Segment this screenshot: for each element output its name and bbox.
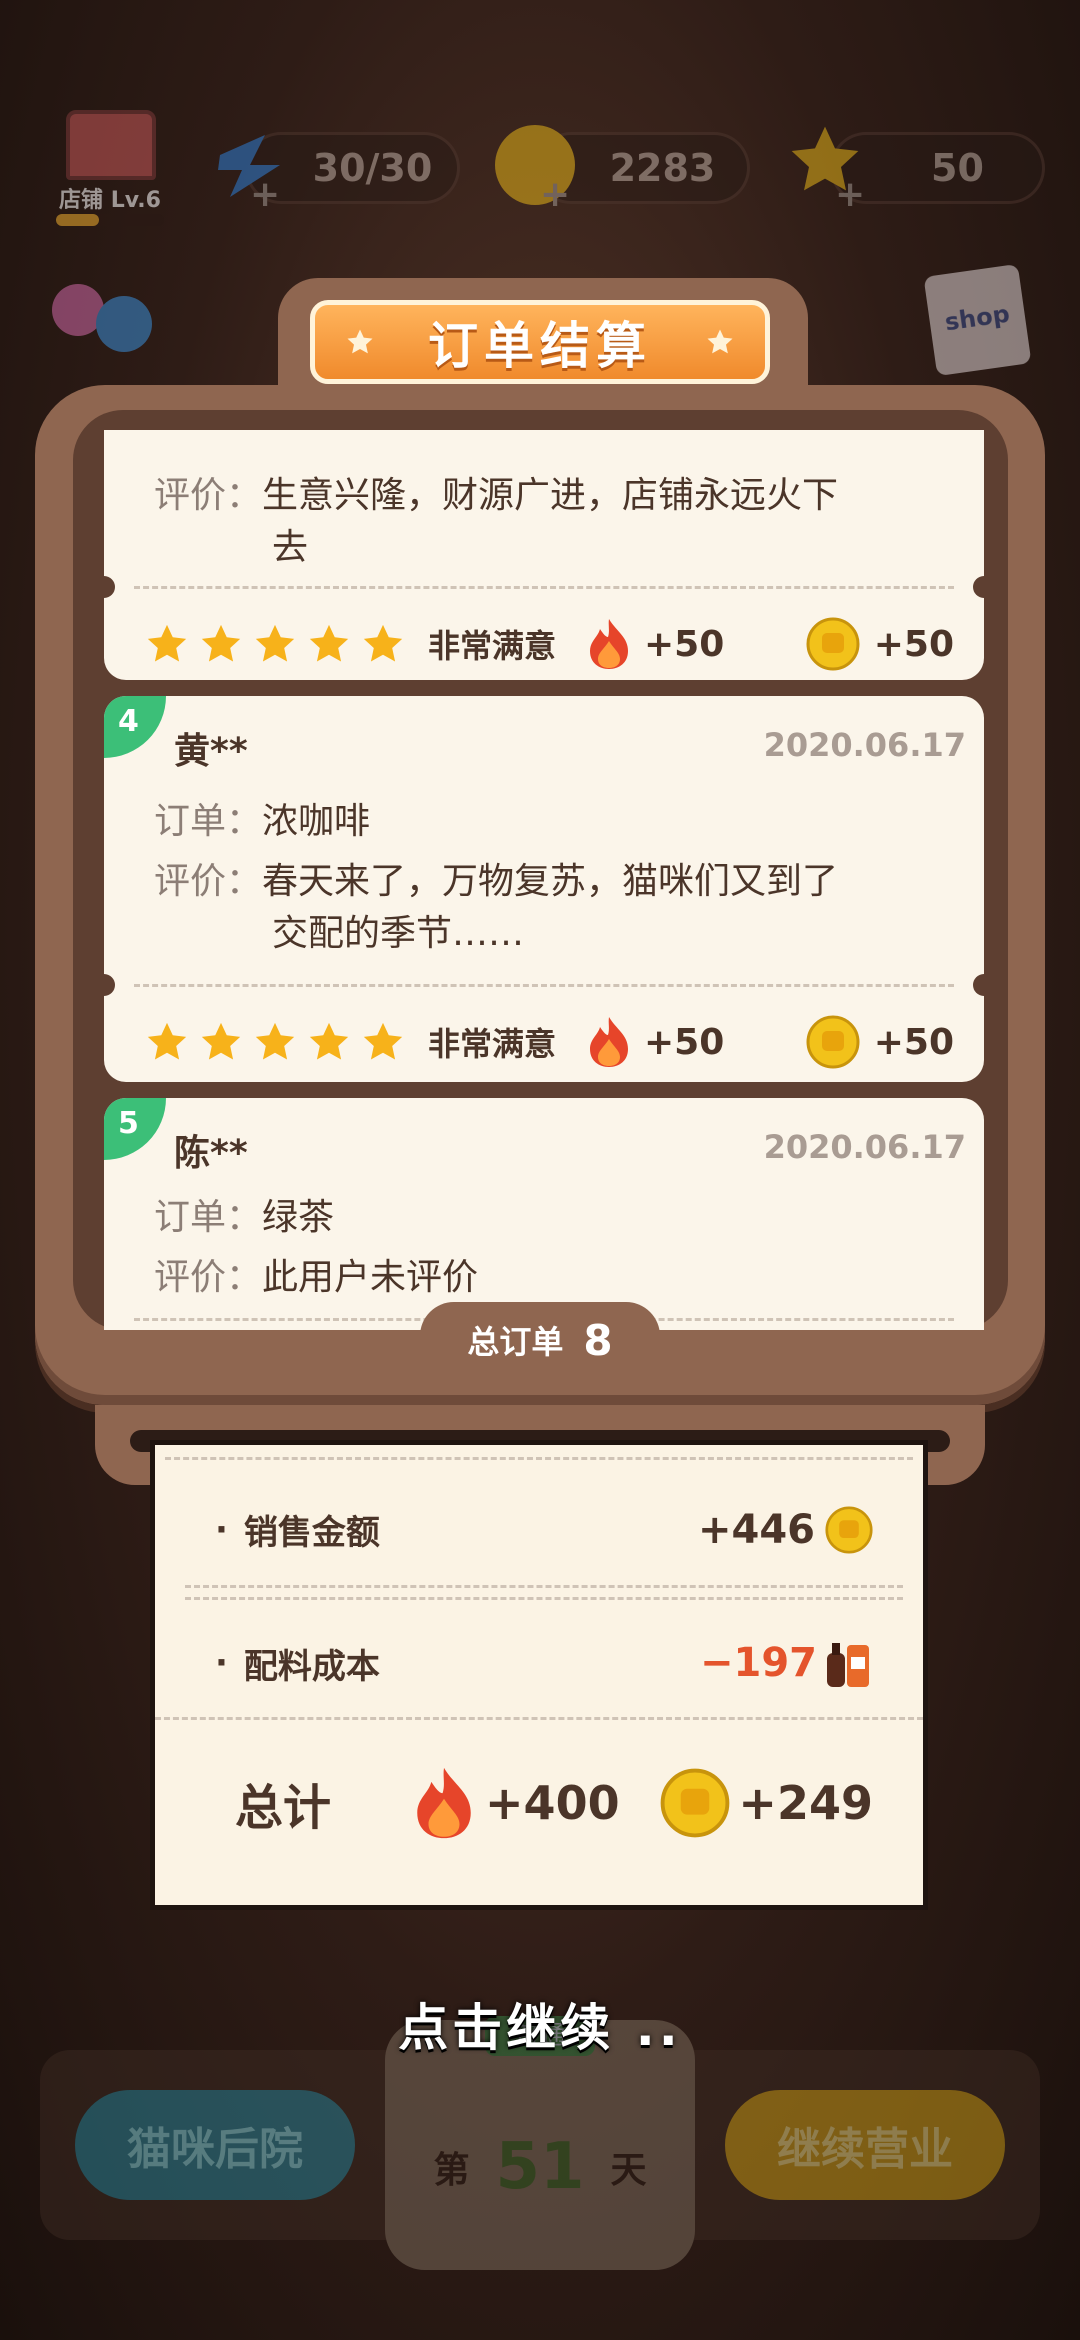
rating-star-icon (255, 1022, 295, 1060)
divider (185, 1585, 903, 1588)
total-orders-label: 总订单 (467, 1323, 564, 1361)
friends-icon[interactable] (52, 280, 162, 370)
shop-bag-label: shop (943, 299, 1012, 337)
cost-value: −197 (699, 1640, 817, 1686)
total-orders-count: 8 (583, 1315, 613, 1365)
fire-reward: +50 (644, 1021, 725, 1063)
star-decor-icon (347, 329, 373, 354)
divider (134, 586, 954, 589)
divider (155, 1717, 923, 1720)
rating-star-icon (201, 1022, 241, 1060)
satisfaction-label: 非常满意 (428, 627, 557, 665)
rating-row: 非常满意 +50 +50 (144, 1012, 954, 1072)
energy-plus-icon[interactable]: + (250, 177, 280, 213)
divider (134, 984, 954, 987)
rating-star-icon (255, 624, 295, 662)
cost-row: · 配料成本 −197 (215, 1635, 873, 1691)
rating-star-icon (147, 624, 187, 662)
coin-reward: +50 (873, 623, 954, 665)
settlement-receipt[interactable]: · 销售金额 +446 · 配料成本 −197 总计 +400 +249 (150, 1440, 928, 1910)
customer-name: 黄** (174, 731, 248, 772)
order-card: 4 黄** 2020.06.17 订单：浓咖啡 评价：春天来了，万物复苏，猫咪们… (104, 696, 984, 1082)
review-line: 评价：春天来了，万物复苏，猫咪们又到了 (154, 861, 839, 902)
review-line: 评价：此用户未评价 (154, 1257, 479, 1298)
order-card: 评价：生意兴隆，财源广进，店铺永远火下 去 非常满意 +50 +50 (104, 430, 984, 680)
ingredients-icon (827, 1643, 869, 1687)
coin-reward: +50 (873, 1021, 954, 1063)
rating-row: 非常满意 +50 +50 (144, 614, 954, 674)
coin-icon (806, 1015, 860, 1069)
satisfaction-label: 非常满意 (428, 1025, 557, 1063)
panel-title: 订单结算 (428, 317, 652, 375)
sales-value: +446 (697, 1506, 815, 1553)
shop-bag-icon[interactable]: shop (923, 263, 1032, 377)
rating-star-icon (201, 624, 241, 662)
order-index-badge: 4 (104, 696, 166, 758)
rating-star-icon (309, 624, 349, 662)
sales-label: 销售金额 (243, 1513, 380, 1553)
order-line: 订单：绿茶 (154, 1197, 335, 1238)
order-date: 2020.06.17 (763, 726, 966, 764)
rating-stars (144, 621, 406, 667)
order-list[interactable]: 评价：生意兴隆，财源广进，店铺永远火下 去 非常满意 +50 +50 4 黄**… (104, 430, 984, 1330)
day-prefix: 第 (433, 2150, 470, 2191)
order-index-badge: 5 (104, 1098, 166, 1160)
total-label: 总计 (235, 1780, 332, 1836)
order-date: 2020.06.17 (763, 1128, 966, 1166)
review-line-2: 去 (272, 527, 309, 568)
fire-reward: +50 (644, 623, 725, 665)
total-row: 总计 +400 +249 (235, 1765, 873, 1841)
star-plus-icon[interactable]: + (835, 177, 865, 213)
tap-to-continue-hint[interactable]: 点击继续 .. (0, 1988, 1080, 2060)
sales-row: · 销售金额 +446 (215, 1505, 873, 1554)
review-line: 评价：生意兴隆，财源广进，店铺永远火下 (154, 475, 839, 516)
cat-backyard-button[interactable]: 猫咪后院 (75, 2090, 355, 2200)
total-coins: +249 (738, 1776, 873, 1830)
order-line: 订单：浓咖啡 (154, 801, 371, 842)
shop-level-button[interactable]: 店铺 Lv.6 (50, 110, 170, 230)
coin-icon (825, 1505, 873, 1554)
rating-star-icon (147, 1022, 187, 1060)
rating-star-icon (363, 1022, 403, 1060)
rating-stars (144, 1019, 406, 1065)
title-ribbon: 订单结算 (310, 300, 770, 384)
energy-value: 30/30 (312, 146, 433, 190)
coin-plus-icon[interactable]: + (540, 177, 570, 213)
continue-business-button[interactable]: 继续营业 (725, 2090, 1005, 2200)
shop-level-progress (56, 214, 164, 226)
fire-icon (417, 1767, 471, 1839)
coin-value: 2283 (609, 146, 716, 190)
coin-icon (806, 617, 860, 671)
star-decor-icon (707, 329, 733, 354)
order-card: 5 陈** 2020.06.17 订单：绿茶 评价：此用户未评价 (104, 1098, 984, 1330)
fire-icon (590, 619, 629, 669)
total-orders: 总订单 8 (420, 1302, 660, 1378)
shop-level-label: 店铺 Lv.6 (59, 188, 161, 213)
customer-name: 陈** (174, 1133, 248, 1174)
day-number: 51 (495, 2130, 585, 2204)
shop-icon (66, 110, 156, 180)
rating-star-icon (309, 1022, 349, 1060)
total-fire: +400 (485, 1776, 620, 1830)
star-value: 50 (931, 146, 984, 190)
rating-star-icon (363, 624, 403, 662)
cost-label: 配料成本 (243, 1646, 380, 1687)
day-suffix: 天 (610, 2150, 647, 2191)
review-line-2: 交配的季节…… (272, 913, 525, 954)
fire-icon (590, 1017, 629, 1067)
coin-icon (661, 1768, 730, 1838)
